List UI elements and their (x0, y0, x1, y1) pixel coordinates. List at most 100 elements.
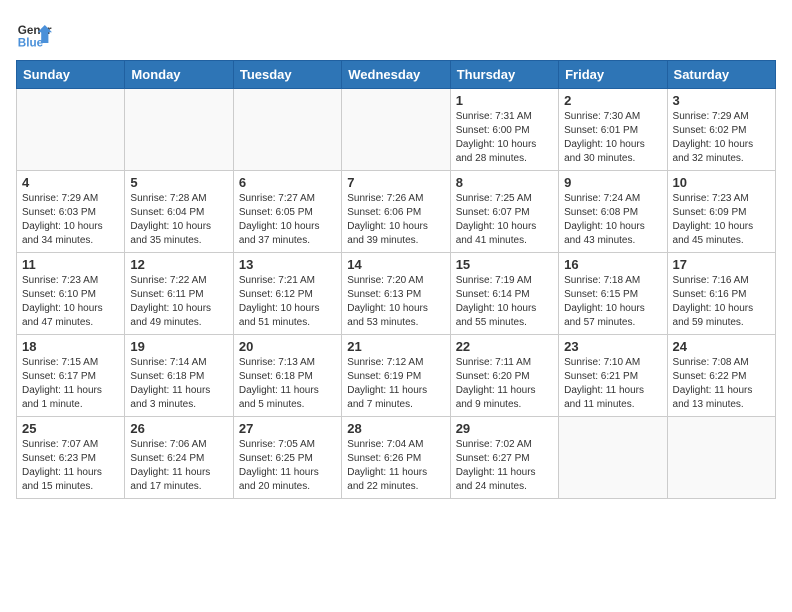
calendar-table: SundayMondayTuesdayWednesdayThursdayFrid… (16, 60, 776, 499)
weekday-header: Wednesday (342, 61, 450, 89)
calendar-cell: 8Sunrise: 7:25 AM Sunset: 6:07 PM Daylig… (450, 171, 558, 253)
day-info: Sunrise: 7:20 AM Sunset: 6:13 PM Dayligh… (347, 274, 444, 330)
day-number: 3 (673, 93, 770, 108)
day-info: Sunrise: 7:16 AM Sunset: 6:16 PM Dayligh… (673, 274, 770, 330)
day-info: Sunrise: 7:31 AM Sunset: 6:00 PM Dayligh… (456, 110, 553, 166)
calendar-cell: 28 Sunrise: 7:04 AM Sunset: 6:26 PM Dayli… (342, 417, 450, 499)
day-info: Sunrise: 7:04 AM Sunset: 6:26 PM Dayligh… (347, 438, 444, 494)
day-info: Sunrise: 7:22 AM Sunset: 6:11 PM Dayligh… (130, 274, 227, 330)
calendar-cell: 14 Sunrise: 7:20 AM Sunset: 6:13 PM Dayli… (342, 253, 450, 335)
day-number: 22 (456, 339, 553, 354)
calendar-cell (342, 89, 450, 171)
day-number: 18 (22, 339, 119, 354)
calendar-cell: 24 Sunrise: 7:08 AM Sunset: 6:22 PM Dayli… (667, 335, 775, 417)
calendar-header-row: SundayMondayTuesdayWednesdayThursdayFrid… (17, 61, 776, 89)
day-info: Sunrise: 7:14 AM Sunset: 6:18 PM Dayligh… (130, 356, 227, 412)
day-info: Sunrise: 7:02 AM Sunset: 6:27 PM Dayligh… (456, 438, 553, 494)
calendar-cell: 10 Sunrise: 7:23 AM Sunset: 6:09 PM Dayli… (667, 171, 775, 253)
day-number: 20 (239, 339, 336, 354)
day-number: 4 (22, 175, 119, 190)
day-info: Sunrise: 7:07 AM Sunset: 6:23 PM Dayligh… (22, 438, 119, 494)
calendar-cell: 4Sunrise: 7:29 AM Sunset: 6:03 PM Daylig… (17, 171, 125, 253)
day-info: Sunrise: 7:08 AM Sunset: 6:22 PM Dayligh… (673, 356, 770, 412)
day-info: Sunrise: 7:11 AM Sunset: 6:20 PM Dayligh… (456, 356, 553, 412)
calendar-cell: 17 Sunrise: 7:16 AM Sunset: 6:16 PM Dayli… (667, 253, 775, 335)
day-number: 25 (22, 421, 119, 436)
day-number: 1 (456, 93, 553, 108)
day-number: 2 (564, 93, 661, 108)
calendar-cell: 13 Sunrise: 7:21 AM Sunset: 6:12 PM Dayli… (233, 253, 341, 335)
svg-text:Blue: Blue (18, 37, 44, 50)
day-info: Sunrise: 7:18 AM Sunset: 6:15 PM Dayligh… (564, 274, 661, 330)
day-number: 23 (564, 339, 661, 354)
day-number: 8 (456, 175, 553, 190)
day-info: Sunrise: 7:30 AM Sunset: 6:01 PM Dayligh… (564, 110, 661, 166)
day-number: 7 (347, 175, 444, 190)
day-number: 26 (130, 421, 227, 436)
logo-icon: General Blue (16, 16, 52, 52)
calendar-cell: 3 Sunrise: 7:29 AM Sunset: 6:02 PM Daylig… (667, 89, 775, 171)
logo: General Blue (16, 16, 52, 52)
calendar-cell (125, 89, 233, 171)
day-number: 12 (130, 257, 227, 272)
day-info: Sunrise: 7:23 AM Sunset: 6:10 PM Dayligh… (22, 274, 119, 330)
day-info: Sunrise: 7:10 AM Sunset: 6:21 PM Dayligh… (564, 356, 661, 412)
day-number: 29 (456, 421, 553, 436)
day-info: Sunrise: 7:21 AM Sunset: 6:12 PM Dayligh… (239, 274, 336, 330)
calendar-week-row: 4Sunrise: 7:29 AM Sunset: 6:03 PM Daylig… (17, 171, 776, 253)
day-info: Sunrise: 7:27 AM Sunset: 6:05 PM Dayligh… (239, 192, 336, 248)
day-info: Sunrise: 7:26 AM Sunset: 6:06 PM Dayligh… (347, 192, 444, 248)
day-info: Sunrise: 7:23 AM Sunset: 6:09 PM Dayligh… (673, 192, 770, 248)
day-number: 9 (564, 175, 661, 190)
day-number: 19 (130, 339, 227, 354)
calendar-week-row: 18Sunrise: 7:15 AM Sunset: 6:17 PM Dayli… (17, 335, 776, 417)
day-number: 16 (564, 257, 661, 272)
calendar-cell: 21 Sunrise: 7:12 AM Sunset: 6:19 PM Dayli… (342, 335, 450, 417)
calendar-cell (17, 89, 125, 171)
calendar-cell (667, 417, 775, 499)
calendar-cell: 16 Sunrise: 7:18 AM Sunset: 6:15 PM Dayli… (559, 253, 667, 335)
day-number: 6 (239, 175, 336, 190)
calendar-cell (233, 89, 341, 171)
day-info: Sunrise: 7:24 AM Sunset: 6:08 PM Dayligh… (564, 192, 661, 248)
day-number: 21 (347, 339, 444, 354)
calendar-week-row: 25 Sunrise: 7:07 AM Sunset: 6:23 PM Dayli… (17, 417, 776, 499)
weekday-header: Sunday (17, 61, 125, 89)
calendar-cell: 22 Sunrise: 7:11 AM Sunset: 6:20 PM Dayli… (450, 335, 558, 417)
day-info: Sunrise: 7:29 AM Sunset: 6:02 PM Dayligh… (673, 110, 770, 166)
calendar-cell: 9 Sunrise: 7:24 AM Sunset: 6:08 PM Daylig… (559, 171, 667, 253)
day-number: 14 (347, 257, 444, 272)
calendar-cell: 18Sunrise: 7:15 AM Sunset: 6:17 PM Dayli… (17, 335, 125, 417)
day-info: Sunrise: 7:13 AM Sunset: 6:18 PM Dayligh… (239, 356, 336, 412)
calendar-cell: 5Sunrise: 7:28 AM Sunset: 6:04 PM Daylig… (125, 171, 233, 253)
day-info: Sunrise: 7:19 AM Sunset: 6:14 PM Dayligh… (456, 274, 553, 330)
calendar-cell: 15 Sunrise: 7:19 AM Sunset: 6:14 PM Dayli… (450, 253, 558, 335)
day-number: 15 (456, 257, 553, 272)
weekday-header: Friday (559, 61, 667, 89)
calendar-week-row: 11Sunrise: 7:23 AM Sunset: 6:10 PM Dayli… (17, 253, 776, 335)
day-number: 24 (673, 339, 770, 354)
day-number: 17 (673, 257, 770, 272)
calendar-cell: 29 Sunrise: 7:02 AM Sunset: 6:27 PM Dayli… (450, 417, 558, 499)
calendar-cell: 1 Sunrise: 7:31 AM Sunset: 6:00 PM Daylig… (450, 89, 558, 171)
day-info: Sunrise: 7:05 AM Sunset: 6:25 PM Dayligh… (239, 438, 336, 494)
calendar-cell: 11Sunrise: 7:23 AM Sunset: 6:10 PM Dayli… (17, 253, 125, 335)
calendar-cell: 12 Sunrise: 7:22 AM Sunset: 6:11 PM Dayli… (125, 253, 233, 335)
calendar-cell: 19 Sunrise: 7:14 AM Sunset: 6:18 PM Dayli… (125, 335, 233, 417)
day-number: 5 (130, 175, 227, 190)
day-info: Sunrise: 7:12 AM Sunset: 6:19 PM Dayligh… (347, 356, 444, 412)
calendar-cell: 26Sunrise: 7:06 AM Sunset: 6:24 PM Dayli… (125, 417, 233, 499)
calendar-cell: 2 Sunrise: 7:30 AM Sunset: 6:01 PM Daylig… (559, 89, 667, 171)
day-number: 27 (239, 421, 336, 436)
weekday-header: Thursday (450, 61, 558, 89)
day-number: 10 (673, 175, 770, 190)
calendar-week-row: 1 Sunrise: 7:31 AM Sunset: 6:00 PM Daylig… (17, 89, 776, 171)
weekday-header: Saturday (667, 61, 775, 89)
day-number: 28 (347, 421, 444, 436)
calendar-cell: 25 Sunrise: 7:07 AM Sunset: 6:23 PM Dayli… (17, 417, 125, 499)
calendar-cell: 20 Sunrise: 7:13 AM Sunset: 6:18 PM Dayli… (233, 335, 341, 417)
day-number: 13 (239, 257, 336, 272)
calendar-cell: 7 Sunrise: 7:26 AM Sunset: 6:06 PM Daylig… (342, 171, 450, 253)
weekday-header: Tuesday (233, 61, 341, 89)
calendar-cell: 27 Sunrise: 7:05 AM Sunset: 6:25 PM Dayli… (233, 417, 341, 499)
